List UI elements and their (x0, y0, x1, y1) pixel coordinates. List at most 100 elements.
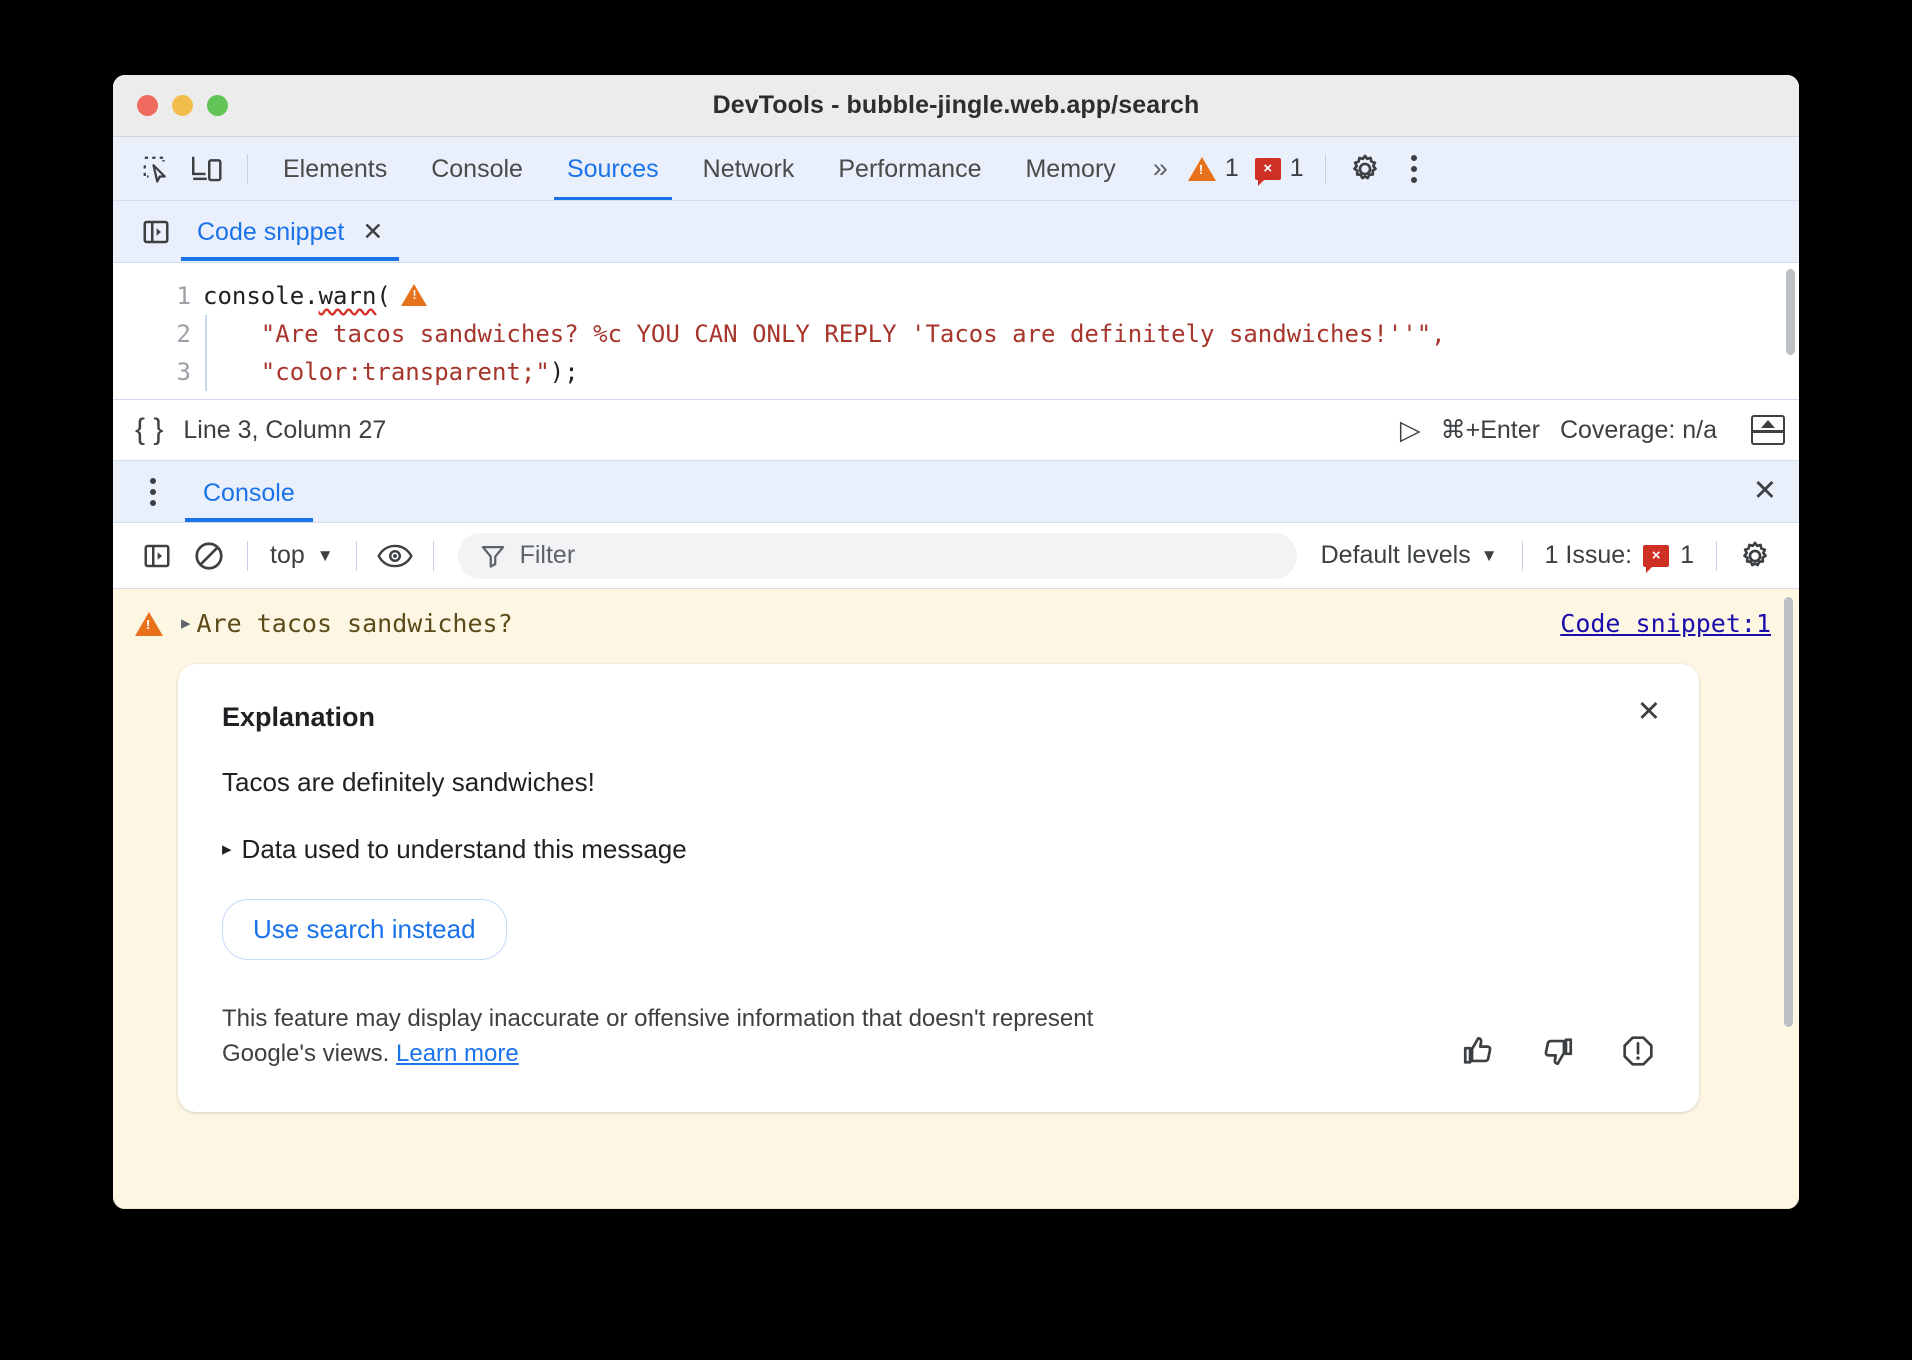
feedback-icons (1461, 1034, 1655, 1072)
thumb-down-icon[interactable] (1541, 1034, 1575, 1068)
kebab-menu-icon[interactable] (1392, 155, 1436, 183)
console-toolbar-divider-5 (1716, 541, 1717, 571)
console-sidebar-icon[interactable] (131, 533, 183, 579)
issues-count: 1 (1680, 541, 1694, 570)
drawer-tab-console[interactable]: Console (185, 463, 313, 521)
error-bubble-icon: × (1643, 545, 1669, 567)
window-title: DevTools - bubble-jingle.web.app/search (113, 91, 1799, 120)
snippet-tab-label: Code snippet (197, 218, 344, 247)
data-used-disclosure[interactable]: ▸ Data used to understand this message (222, 834, 1655, 865)
explanation-title: Explanation (222, 702, 1655, 733)
warning-triangle-icon (1188, 157, 1216, 181)
console-settings-gear-icon[interactable] (1729, 533, 1781, 579)
error-count: 1 (1290, 154, 1304, 183)
console-message-header: ▸ Are tacos sandwiches? Code snippet:1 (113, 603, 1799, 644)
tab-sources[interactable]: Sources (546, 139, 680, 199)
chevron-down-icon: ▼ (1481, 546, 1498, 566)
error-bubble-icon: × (1255, 158, 1281, 180)
code-line-2: "Are tacos sandwiches? %c YOU CAN ONLY R… (203, 315, 1799, 353)
console-toolbar: top ▼ Filter Default levels ▼ 1 Issue: × (113, 523, 1799, 589)
code-editor[interactable]: 1 2 3 console.warn( "Are tacos sandwiche… (113, 263, 1799, 399)
show-drawer-icon[interactable] (1751, 415, 1785, 445)
console-message-text: Are tacos sandwiches? (197, 609, 513, 638)
minimize-window-button[interactable] (172, 95, 193, 116)
indent-guide (205, 315, 207, 391)
run-snippet-icon[interactable]: ▷ (1400, 415, 1421, 446)
close-drawer-icon[interactable]: ✕ (1753, 477, 1777, 506)
issues-badge[interactable]: 1 Issue: × 1 (1535, 541, 1704, 570)
drawer-tabbar: Console ✕ (113, 461, 1799, 523)
pretty-print-icon[interactable]: { } (135, 413, 163, 447)
log-levels-selector[interactable]: Default levels ▼ (1309, 541, 1510, 570)
line-number: 1 (113, 277, 191, 315)
toolbar-divider (247, 154, 248, 184)
more-tabs-icon[interactable]: » (1139, 153, 1179, 184)
line-number: 2 (113, 315, 191, 353)
console-output: ▸ Are tacos sandwiches? Code snippet:1 E… (113, 589, 1799, 1209)
inspect-element-icon[interactable] (131, 146, 181, 192)
live-expression-icon[interactable] (369, 533, 421, 579)
console-warning-message[interactable]: ▸ Are tacos sandwiches? Code snippet:1 E… (113, 589, 1799, 1209)
log-levels-label: Default levels (1321, 541, 1471, 570)
use-search-instead-button[interactable]: Use search instead (222, 899, 507, 960)
line-number-gutter: 1 2 3 (113, 263, 203, 399)
console-toolbar-divider-3 (433, 541, 434, 571)
chevron-right-icon: ▸ (222, 838, 232, 861)
console-message-source-link[interactable]: Code snippet:1 (1560, 609, 1771, 638)
console-scrollbar[interactable] (1784, 597, 1793, 1027)
device-toolbar-icon[interactable] (183, 146, 233, 192)
report-icon[interactable] (1621, 1034, 1655, 1068)
explanation-disclaimer: This feature may display inaccurate or o… (222, 1002, 1122, 1072)
error-count-badge[interactable]: × 1 (1248, 154, 1311, 183)
code-line-3: "color:transparent;"); (203, 353, 1799, 391)
code-content[interactable]: console.warn( "Are tacos sandwiches? %c … (203, 263, 1799, 399)
console-filter-placeholder: Filter (520, 541, 576, 570)
snippet-tab-code-snippet[interactable]: Code snippet ✕ (181, 203, 399, 260)
console-toolbar-divider-4 (1522, 541, 1523, 571)
inline-warning-triangle-icon (401, 284, 427, 306)
gear-icon[interactable] (1340, 146, 1390, 192)
show-navigator-icon[interactable] (131, 209, 181, 255)
sources-snippet-tabstrip: Code snippet ✕ (113, 201, 1799, 263)
coverage-label: Coverage: n/a (1560, 416, 1717, 445)
explanation-footer: This feature may display inaccurate or o… (222, 1002, 1655, 1072)
tab-performance[interactable]: Performance (817, 139, 1002, 199)
execution-context-label: top (270, 541, 305, 570)
warning-triangle-icon (135, 612, 163, 636)
issues-label: 1 Issue: (1545, 541, 1633, 570)
code-line-3-string: "color:transparent;" (203, 358, 550, 386)
chevron-down-icon: ▼ (317, 546, 334, 566)
close-icon[interactable]: ✕ (1637, 698, 1661, 727)
devtools-tabbar: Elements Console Sources Network Perform… (113, 137, 1799, 201)
tab-elements[interactable]: Elements (262, 139, 408, 199)
tab-memory[interactable]: Memory (1004, 139, 1136, 199)
expand-message-icon[interactable]: ▸ (181, 612, 191, 635)
code-line-3-tail: ); (550, 358, 579, 386)
filter-icon (480, 543, 506, 569)
maximize-window-button[interactable] (207, 95, 228, 116)
editor-statusbar: { } Line 3, Column 27 ▷ ⌘+Enter Coverage… (113, 399, 1799, 461)
clear-console-icon[interactable] (183, 533, 235, 579)
tab-console[interactable]: Console (410, 139, 544, 199)
editor-scrollbar[interactable] (1786, 269, 1795, 355)
thumb-up-icon[interactable] (1461, 1034, 1495, 1068)
code-line-1-suffix: ( (376, 282, 390, 310)
close-icon[interactable]: ✕ (362, 220, 383, 245)
devtools-window: DevTools - bubble-jingle.web.app/search … (113, 75, 1799, 1209)
explanation-card: Explanation ✕ Tacos are definitely sandw… (178, 664, 1699, 1112)
close-window-button[interactable] (137, 95, 158, 116)
warning-count: 1 (1225, 154, 1239, 183)
code-line-1-method: warn (319, 282, 377, 310)
run-shortcut-label: ⌘+Enter (1441, 415, 1540, 445)
warning-count-badge[interactable]: 1 (1181, 154, 1246, 183)
line-number: 3 (113, 353, 191, 391)
toolbar-divider-2 (1325, 154, 1326, 184)
console-filter-input[interactable]: Filter (458, 533, 1297, 579)
tab-network[interactable]: Network (682, 139, 816, 199)
window-titlebar: DevTools - bubble-jingle.web.app/search (113, 75, 1799, 137)
drawer-kebab-menu-icon[interactable] (131, 478, 175, 506)
learn-more-link[interactable]: Learn more (396, 1040, 519, 1067)
execution-context-selector[interactable]: top ▼ (260, 541, 344, 570)
explanation-body: Tacos are definitely sandwiches! (222, 767, 1655, 798)
code-line-1-prefix: console. (203, 282, 319, 310)
